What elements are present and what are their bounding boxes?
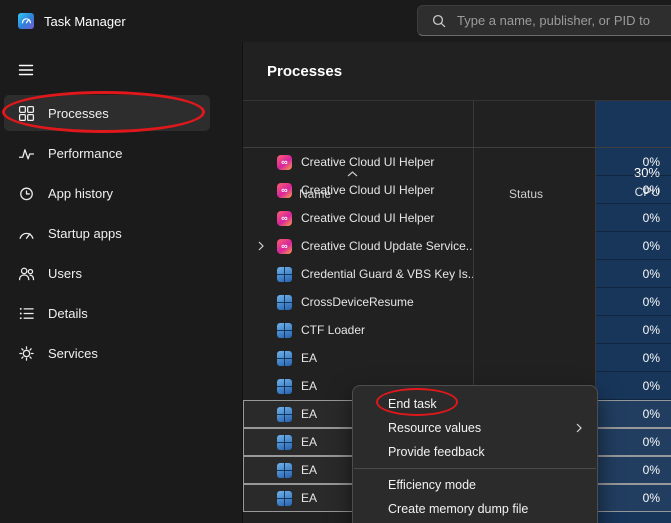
creative-cloud-icon	[277, 211, 292, 226]
sidebar-item-processes[interactable]: Processes	[4, 95, 210, 131]
process-name: EA	[301, 491, 317, 505]
search-box[interactable]	[417, 5, 671, 36]
process-status	[473, 232, 596, 260]
process-row[interactable]: CTF Loader 0%	[243, 316, 671, 344]
context-menu: End task Resource values Provide feedbac…	[352, 385, 598, 523]
process-name: Creative Cloud UI Helper	[301, 211, 434, 225]
details-icon	[18, 305, 35, 322]
process-cpu: 0%	[596, 484, 671, 512]
process-cpu: 0%	[596, 344, 671, 372]
titlebar: Task Manager	[0, 0, 671, 42]
app-window-icon	[277, 379, 292, 394]
app-window-icon	[277, 435, 292, 450]
creative-cloud-icon	[277, 183, 292, 198]
process-cpu: 0%	[596, 288, 671, 316]
process-row[interactable]: Creative Cloud UI Helper 0%	[243, 148, 671, 176]
process-cpu: 0%	[596, 176, 671, 204]
process-name: CTF Loader	[301, 323, 365, 337]
sidebar-item-users[interactable]: Users	[4, 255, 210, 291]
app-window-icon	[277, 267, 292, 282]
process-cpu: 0%	[596, 260, 671, 288]
app-title: Task Manager	[44, 0, 126, 42]
process-cpu: 0%	[596, 204, 671, 232]
app-window-icon	[277, 491, 292, 506]
hamburger-icon	[18, 62, 34, 78]
sidebar-item-label: Performance	[48, 146, 122, 161]
process-name: EA	[301, 351, 317, 365]
sidebar: Processes Performance App history Startu…	[4, 95, 210, 375]
search-input[interactable]	[457, 13, 671, 28]
table-header: Name Status 30% CPU	[243, 100, 671, 148]
process-name: CrossDeviceResume	[301, 295, 414, 309]
startup-apps-icon	[18, 225, 35, 242]
sidebar-item-services[interactable]: Services	[4, 335, 210, 371]
process-name: Creative Cloud Update Service...	[301, 239, 473, 253]
app-window-icon	[277, 295, 292, 310]
sidebar-item-app-history[interactable]: App history	[4, 175, 210, 211]
process-status	[473, 288, 596, 316]
sidebar-item-startup-apps[interactable]: Startup apps	[4, 215, 210, 251]
app-window-icon	[277, 351, 292, 366]
process-status	[473, 344, 596, 372]
process-cpu: 0%	[596, 232, 671, 260]
process-name: Credential Guard & VBS Key Is...	[301, 267, 473, 281]
performance-icon	[18, 145, 35, 162]
process-row[interactable]: Credential Guard & VBS Key Is... 0%	[243, 260, 671, 288]
sidebar-item-label: Users	[48, 266, 82, 281]
page-title: Processes	[267, 63, 342, 80]
expand-chevron-icon[interactable]	[258, 241, 277, 251]
search-icon	[431, 13, 447, 29]
menu-item-resource-values[interactable]: Resource values	[353, 416, 597, 440]
sidebar-item-label: Details	[48, 306, 88, 321]
process-cpu: 0%	[596, 456, 671, 484]
submenu-chevron-icon	[576, 423, 582, 433]
sidebar-item-label: Startup apps	[48, 226, 122, 241]
process-status	[473, 204, 596, 232]
process-row[interactable]: EA 0%	[243, 344, 671, 372]
process-status	[473, 316, 596, 344]
process-cpu: 0%	[596, 428, 671, 456]
app-history-icon	[18, 185, 35, 202]
sidebar-item-label: Processes	[48, 106, 109, 121]
app-window-icon	[277, 407, 292, 422]
app-window-icon	[277, 463, 292, 478]
menu-item-provide-feedback[interactable]: Provide feedback	[353, 440, 597, 464]
sidebar-item-details[interactable]: Details	[4, 295, 210, 331]
process-cpu: 0%	[596, 148, 671, 176]
services-icon	[18, 345, 35, 362]
menu-divider	[354, 468, 596, 469]
menu-item-create-memory-dump[interactable]: Create memory dump file	[353, 497, 597, 521]
menu-item-end-task[interactable]: End task	[353, 392, 597, 416]
processes-icon	[18, 105, 35, 122]
process-row[interactable]: CrossDeviceResume 0%	[243, 288, 671, 316]
process-cpu: 0%	[596, 372, 671, 400]
process-row[interactable]: Creative Cloud Update Service... 0%	[243, 232, 671, 260]
task-manager-app-icon	[18, 13, 34, 29]
users-icon	[18, 265, 35, 282]
creative-cloud-icon	[277, 239, 292, 254]
process-row[interactable]: Creative Cloud UI Helper 0%	[243, 176, 671, 204]
process-name: EA	[301, 463, 317, 477]
process-name: EA	[301, 379, 317, 393]
sidebar-item-label: Services	[48, 346, 98, 361]
process-name: Creative Cloud UI Helper	[301, 183, 434, 197]
creative-cloud-icon	[277, 155, 292, 170]
process-name: EA	[301, 407, 317, 421]
task-manager-window: { "titlebar": { "title": "Task Manager",…	[0, 0, 671, 523]
process-status	[473, 176, 596, 204]
app-window-icon	[277, 323, 292, 338]
process-name: EA	[301, 435, 317, 449]
navigation-menu-button[interactable]	[12, 57, 40, 83]
process-status	[473, 148, 596, 176]
sidebar-item-label: App history	[48, 186, 113, 201]
process-cpu: 0%	[596, 400, 671, 428]
sidebar-item-performance[interactable]: Performance	[4, 135, 210, 171]
process-status	[473, 260, 596, 288]
process-cpu: 0%	[596, 316, 671, 344]
menu-item-efficiency-mode[interactable]: Efficiency mode	[353, 473, 597, 497]
process-row[interactable]: Creative Cloud UI Helper 0%	[243, 204, 671, 232]
process-name: Creative Cloud UI Helper	[301, 155, 434, 169]
